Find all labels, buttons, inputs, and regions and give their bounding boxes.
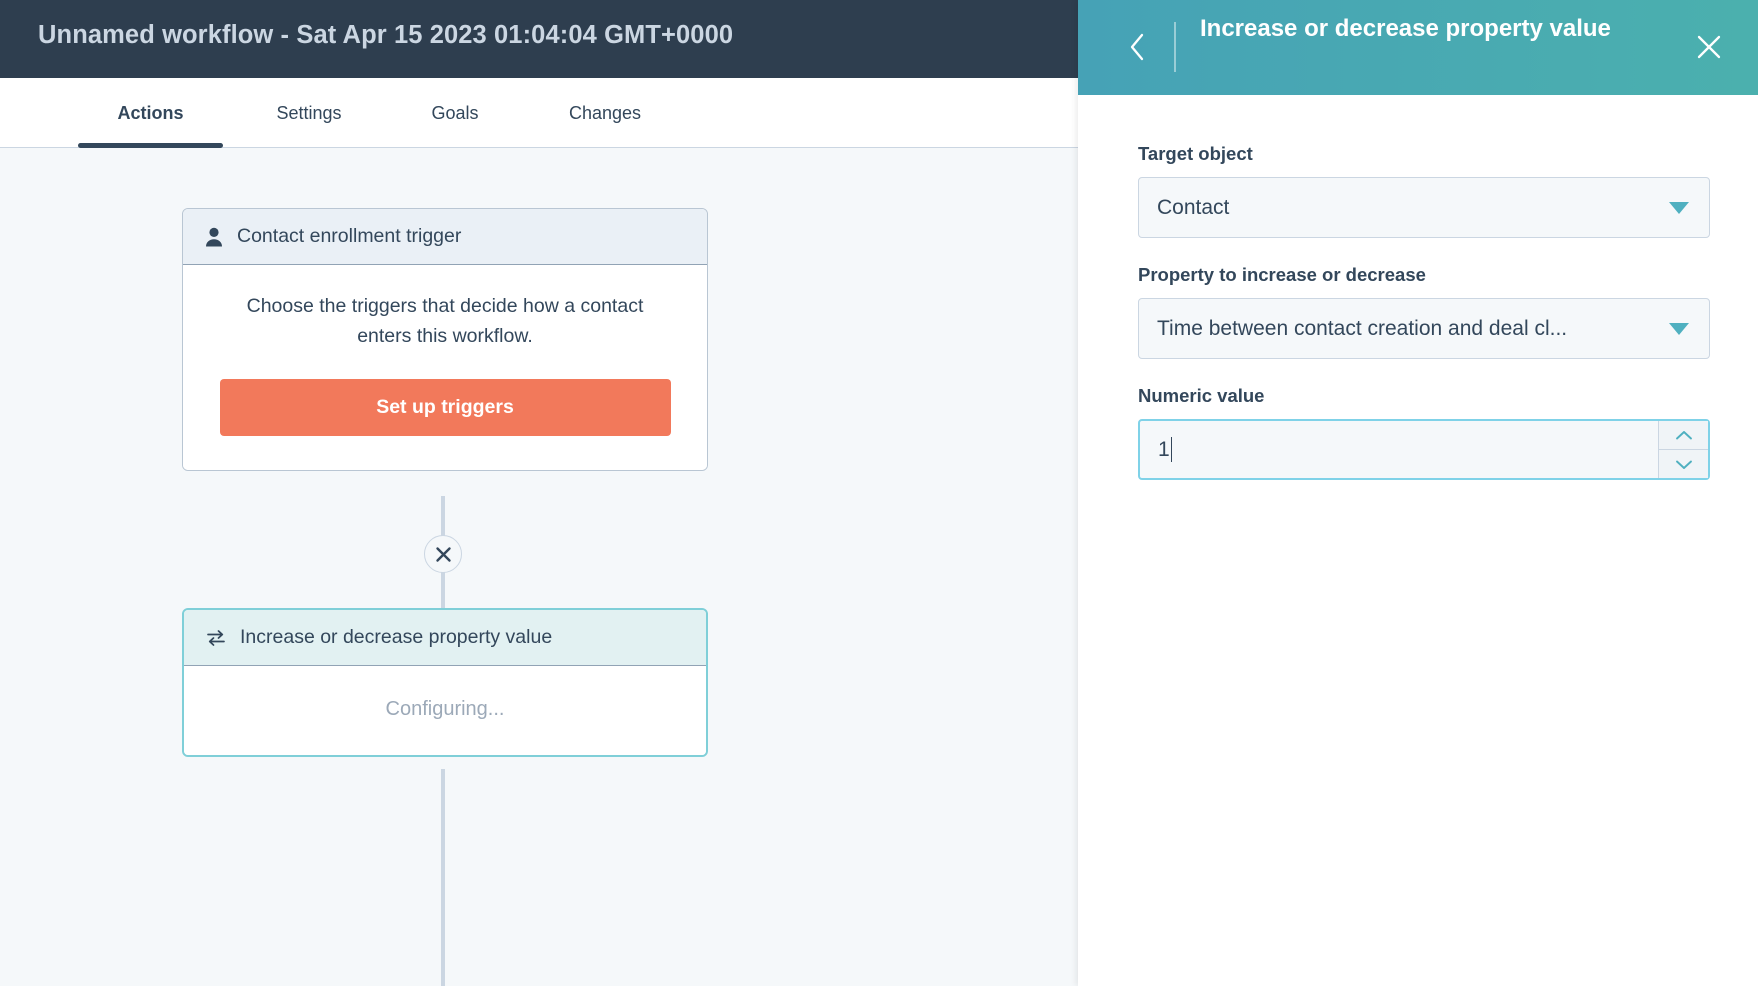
tab-bar: Actions Settings Goals Changes: [0, 78, 1078, 148]
tab-goals-label: Goals: [431, 102, 479, 123]
property-select[interactable]: Time between contact creation and deal c…: [1138, 298, 1710, 359]
property-value: Time between contact creation and deal c…: [1157, 316, 1568, 340]
action-config-panel: Increase or decrease property value Targ…: [1078, 0, 1758, 986]
trigger-card-body: Choose the triggers that decide how a co…: [183, 265, 707, 470]
tab-actions-label: Actions: [117, 102, 184, 123]
field-group-target-object: Target object Contact: [1138, 143, 1710, 238]
action-card-status: Configuring...: [385, 698, 505, 720]
exchange-arrows-icon: [206, 628, 226, 648]
trigger-card[interactable]: Contact enrollment trigger Choose the tr…: [182, 208, 708, 471]
chevron-up-icon: [1675, 430, 1692, 439]
field-group-property: Property to increase or decrease Time be…: [1138, 264, 1710, 359]
panel-back-button[interactable]: [1116, 26, 1158, 68]
property-label: Property to increase or decrease: [1138, 264, 1426, 285]
trigger-card-title: Contact enrollment trigger: [237, 225, 462, 247]
numeric-value-text: 1: [1140, 437, 1173, 462]
chevron-left-icon: [1130, 33, 1144, 61]
tab-changes-label: Changes: [568, 102, 642, 123]
tab-settings[interactable]: Settings: [249, 78, 369, 148]
workflow-area: Unnamed workflow - Sat Apr 15 2023 01:04…: [0, 0, 1078, 986]
panel-close-button[interactable]: [1688, 26, 1730, 68]
action-card[interactable]: Increase or decrease property value Conf…: [182, 608, 708, 757]
tab-goals[interactable]: Goals: [405, 78, 505, 148]
workflow-editor-screen: Unnamed workflow - Sat Apr 15 2023 01:04…: [0, 0, 1758, 986]
panel-title: Increase or decrease property value: [1200, 15, 1611, 42]
connector-line-1: [441, 496, 445, 538]
chevron-down-icon: [1669, 322, 1689, 335]
target-object-label: Target object: [1138, 143, 1253, 164]
tab-settings-label: Settings: [276, 102, 342, 123]
tab-changes[interactable]: Changes: [540, 78, 670, 148]
numeric-value-label: Numeric value: [1138, 385, 1265, 406]
target-object-select[interactable]: Contact: [1138, 177, 1710, 238]
chevron-down-icon: [1675, 460, 1692, 469]
tab-actions[interactable]: Actions: [78, 78, 223, 148]
action-card-header: Increase or decrease property value: [184, 610, 706, 666]
close-x-icon: [1697, 35, 1721, 59]
top-bar: Unnamed workflow - Sat Apr 15 2023 01:04…: [0, 0, 1078, 78]
connector-line-2: [441, 569, 445, 611]
numeric-stepper: [1658, 421, 1708, 478]
set-up-triggers-button[interactable]: Set up triggers: [219, 379, 671, 436]
action-card-body: Configuring...: [184, 666, 706, 755]
connector-line-3: [441, 769, 445, 986]
page-title: Unnamed workflow - Sat Apr 15 2023 01:04…: [38, 21, 734, 49]
numeric-value-input[interactable]: 1: [1138, 419, 1710, 480]
trigger-card-description: Choose the triggers that decide how a co…: [246, 295, 644, 347]
stepper-decrement-button[interactable]: [1659, 450, 1708, 478]
stepper-increment-button[interactable]: [1659, 421, 1708, 450]
delete-action-button[interactable]: [424, 535, 462, 573]
trigger-card-header: Contact enrollment trigger: [183, 209, 707, 265]
tab-active-underline: [78, 143, 223, 148]
target-object-value: Contact: [1157, 195, 1230, 219]
panel-header: Increase or decrease property value: [1078, 0, 1758, 95]
text-cursor: [1170, 437, 1173, 462]
workflow-canvas[interactable]: Contact enrollment trigger Choose the tr…: [0, 149, 1078, 986]
close-x-icon: [435, 546, 451, 562]
chevron-down-icon: [1669, 201, 1689, 214]
panel-body: Target object Contact Property to increa…: [1078, 95, 1758, 986]
panel-header-divider: [1174, 22, 1176, 72]
action-card-title: Increase or decrease property value: [240, 626, 553, 648]
numeric-value-content: 1: [1158, 437, 1170, 461]
field-group-numeric-value: Numeric value 1: [1138, 385, 1710, 480]
contact-person-icon: [205, 227, 223, 247]
